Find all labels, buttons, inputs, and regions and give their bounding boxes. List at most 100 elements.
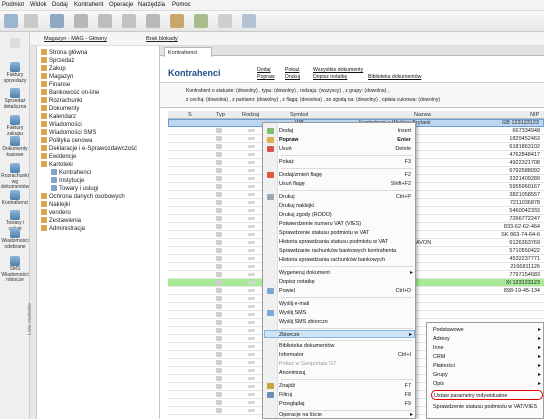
tree-item[interactable]: Kontrahenci bbox=[51, 169, 91, 176]
tab-kontrahenci[interactable]: Kontrahenci bbox=[164, 47, 212, 57]
dodaj-link[interactable]: Dodaj bbox=[257, 67, 271, 73]
menu-kontrahent[interactable]: Kontrahent bbox=[74, 2, 103, 8]
rail-sms[interactable]: SMS Wiadomości robocze bbox=[0, 256, 30, 284]
menu-item-status-vat[interactable]: Sprawdzenie statusu podmiotu w VAT bbox=[279, 229, 415, 237]
chart-icon[interactable] bbox=[194, 14, 208, 28]
menu-item-dodaj-flage[interactable]: Dodaj/zmień flagę F2 bbox=[267, 171, 415, 179]
menu-item-drukuj[interactable]: Drukuj Ctrl+P bbox=[267, 193, 415, 201]
menu-item-wygeneruj[interactable]: Wygeneruj dokument ▸ bbox=[279, 269, 415, 277]
dopisz-notatke-link[interactable]: Dopisz notatkę bbox=[313, 74, 347, 80]
menu-item-przegladaj[interactable]: Przeglądaj F9 bbox=[279, 400, 415, 408]
menu-item-sms-zbiorczo[interactable]: Wyślij SMS zbiorczo bbox=[279, 318, 415, 326]
document-icon[interactable] bbox=[98, 14, 112, 28]
tree-item[interactable]: Deklaracje i e-Sprawozdawczość bbox=[41, 145, 137, 152]
menu-item-anonimizuj[interactable]: Anonimizuj bbox=[279, 369, 415, 377]
col-s[interactable]: S bbox=[188, 112, 192, 118]
menu-item-pokaz[interactable]: Pokaż F3 bbox=[279, 158, 415, 166]
menu-pomoc[interactable]: Pomoc bbox=[172, 2, 191, 8]
tree-item[interactable]: Wiadomości bbox=[41, 121, 82, 128]
col-typ[interactable]: Typ bbox=[216, 112, 225, 118]
submenu-item-grupy[interactable]: Grupy ▸ bbox=[431, 370, 543, 379]
rail-sprzedaz-detaliczna[interactable]: Sprzedaż detaliczna bbox=[0, 88, 30, 110]
page-title[interactable]: Kontrahenci bbox=[168, 68, 221, 78]
menu-item-usun[interactable]: Usuń Delete bbox=[267, 145, 415, 153]
tree-item[interactable]: Dokumenty bbox=[41, 105, 79, 112]
menu-item-vies[interactable]: Potwierdzenie numeru VAT (VIES) bbox=[279, 220, 415, 228]
menu-narzedzia[interactable]: Narzędzia bbox=[138, 2, 165, 8]
menu-item-informator[interactable]: Informator Ctrl+I bbox=[279, 351, 415, 359]
tree-item[interactable]: Zestawienia bbox=[41, 217, 81, 224]
rail-faktury-zakupu[interactable]: Faktury zakupu bbox=[0, 115, 30, 137]
menu-item-rachunki[interactable]: Sprawdzanie rachunków bankowych kontrahe… bbox=[279, 247, 415, 255]
tree-item[interactable]: vendero bbox=[41, 209, 71, 216]
forward-icon[interactable] bbox=[24, 14, 38, 28]
braki-blokady-link[interactable]: Brak blokady bbox=[146, 36, 178, 42]
tree-item[interactable]: Strona główna bbox=[41, 49, 87, 56]
menu-item-powiel[interactable]: Powiel Ctrl+D bbox=[267, 287, 415, 295]
menu-item-znajdz[interactable]: Znajdź F7 bbox=[267, 382, 415, 390]
print-icon[interactable] bbox=[74, 14, 88, 28]
menu-item-popraw[interactable]: Popraw Enter bbox=[267, 136, 415, 144]
rail-dokumenty-kasowe[interactable]: Dokumenty kasowe bbox=[0, 136, 30, 158]
magazyn-link[interactable]: Magazyn - MAG - Główny bbox=[44, 36, 107, 42]
popraw-link[interactable]: Popraw bbox=[257, 74, 275, 80]
menu-item-biblioteka[interactable]: Biblioteka dokumentów bbox=[279, 342, 415, 350]
submenu-item-opis[interactable]: Opis ▸ bbox=[431, 379, 543, 388]
tree-item[interactable]: Towary i usługi bbox=[51, 185, 98, 192]
calculator-icon[interactable] bbox=[146, 14, 160, 28]
menu-item-wyslij-email[interactable]: Wyślij e-mail bbox=[279, 300, 415, 308]
submenu-item-platnosci[interactable]: Płatności ▸ bbox=[431, 361, 543, 370]
col-nip[interactable]: NIP bbox=[530, 112, 539, 118]
menu-item-drukuj-zgody[interactable]: Drukuj zgody (RODO) bbox=[279, 211, 415, 219]
menu-item-dodaj[interactable]: Dodaj Insert bbox=[267, 127, 415, 135]
rail-rozrachunki[interactable]: Rozrachunki wg dokumentów bbox=[0, 163, 30, 191]
menu-dodaj[interactable]: Dodaj bbox=[52, 2, 68, 8]
help-icon[interactable] bbox=[242, 14, 256, 28]
tree-item[interactable]: Bankowość on-line bbox=[41, 89, 99, 96]
menu-item-zbiorcze[interactable]: Zbiorcze ▸ bbox=[264, 330, 415, 338]
wszystkie-dokumenty-link[interactable]: Wszystkie dokumenty bbox=[313, 67, 363, 73]
menu-item-usun-flage[interactable]: Usuń flagę Shift+F2 bbox=[279, 180, 415, 188]
home-icon[interactable] bbox=[50, 14, 64, 28]
tree-item[interactable]: Sprzedaż bbox=[41, 57, 74, 64]
menu-item-operacje[interactable]: Operacje na liście ▸ bbox=[279, 411, 415, 419]
tree-item[interactable]: Magazyn bbox=[41, 73, 73, 80]
col-rodzaj[interactable]: Rodzaj bbox=[242, 112, 259, 118]
tree-item[interactable]: Zakup bbox=[41, 65, 66, 72]
tree-item[interactable]: Wiadomości SMS bbox=[41, 129, 96, 136]
tree-item[interactable]: Naklejki bbox=[41, 201, 70, 208]
sheet-icon[interactable] bbox=[122, 14, 136, 28]
tree-item[interactable]: Kalendarz bbox=[41, 113, 76, 120]
menu-item-dopisz-notatke[interactable]: Dopisz notatkę bbox=[279, 278, 415, 286]
menu-podmiot[interactable]: Podmiot bbox=[2, 2, 24, 8]
menu-item-wyslij-sms[interactable]: Wyślij SMS bbox=[267, 309, 415, 317]
tree-item[interactable]: Polityka cenowa bbox=[41, 137, 92, 144]
rail-wiadomosci[interactable]: Wiadomości odebrane bbox=[0, 228, 30, 250]
menu-item-filtruj[interactable]: Filtruj F8 bbox=[267, 391, 415, 399]
rail-kontrahenci[interactable]: Kontrahenci bbox=[0, 190, 30, 207]
submenu-item-crm[interactable]: CRM ▸ bbox=[431, 352, 543, 361]
tree-item[interactable]: Rozrachunki bbox=[41, 97, 82, 104]
drukuj-link[interactable]: Drukuj bbox=[285, 74, 300, 80]
back-icon[interactable] bbox=[4, 14, 18, 28]
tree-item[interactable]: Ochrona danych osobowych bbox=[41, 193, 125, 200]
pokaz-link[interactable]: Pokaż bbox=[285, 67, 299, 73]
menu-item-drukuj-naklejki[interactable]: Drukuj naklejki bbox=[279, 202, 415, 210]
tree-item[interactable]: Administracja bbox=[41, 225, 85, 232]
tree-item[interactable]: Finanse bbox=[41, 81, 70, 88]
module-list-tab[interactable]: Lista modułów bbox=[27, 46, 37, 419]
tree-item[interactable]: Ewidencje bbox=[41, 153, 76, 160]
menu-item-historia-rachunkow[interactable]: Historia sprawdzania rachunków bankowych bbox=[279, 256, 415, 264]
menu-operacje[interactable]: Operacje bbox=[109, 2, 133, 8]
rail-faktury-sprzedazy[interactable]: Faktury sprzedaży bbox=[0, 62, 30, 84]
submenu-item-adresy[interactable]: Adresy ▸ bbox=[431, 334, 543, 343]
col-symbol[interactable]: Symbol bbox=[290, 112, 308, 118]
submenu-item-status-vat-vies[interactable]: Sprawdzenie statusu podmiotu w VAT/VIES bbox=[431, 402, 543, 411]
submenu-item-podstawowe[interactable]: Podstawowe ▸ bbox=[431, 325, 543, 334]
menu-widok[interactable]: Widok bbox=[30, 2, 47, 8]
tree-item[interactable]: Instytucje bbox=[51, 177, 84, 184]
menu-item-historia-vat[interactable]: Historia sprawdzania statusu podmiotu w … bbox=[279, 238, 415, 246]
submenu-item-ustaw-parametry[interactable]: Ustaw parametry indywidualne bbox=[431, 390, 543, 400]
filter-line-2[interactable]: z cechą: (dowolna) , z partiami: (dowoln… bbox=[186, 97, 440, 103]
filter-line-1[interactable]: Kontrahent o statusie: (dowolny) , typu:… bbox=[186, 88, 389, 94]
